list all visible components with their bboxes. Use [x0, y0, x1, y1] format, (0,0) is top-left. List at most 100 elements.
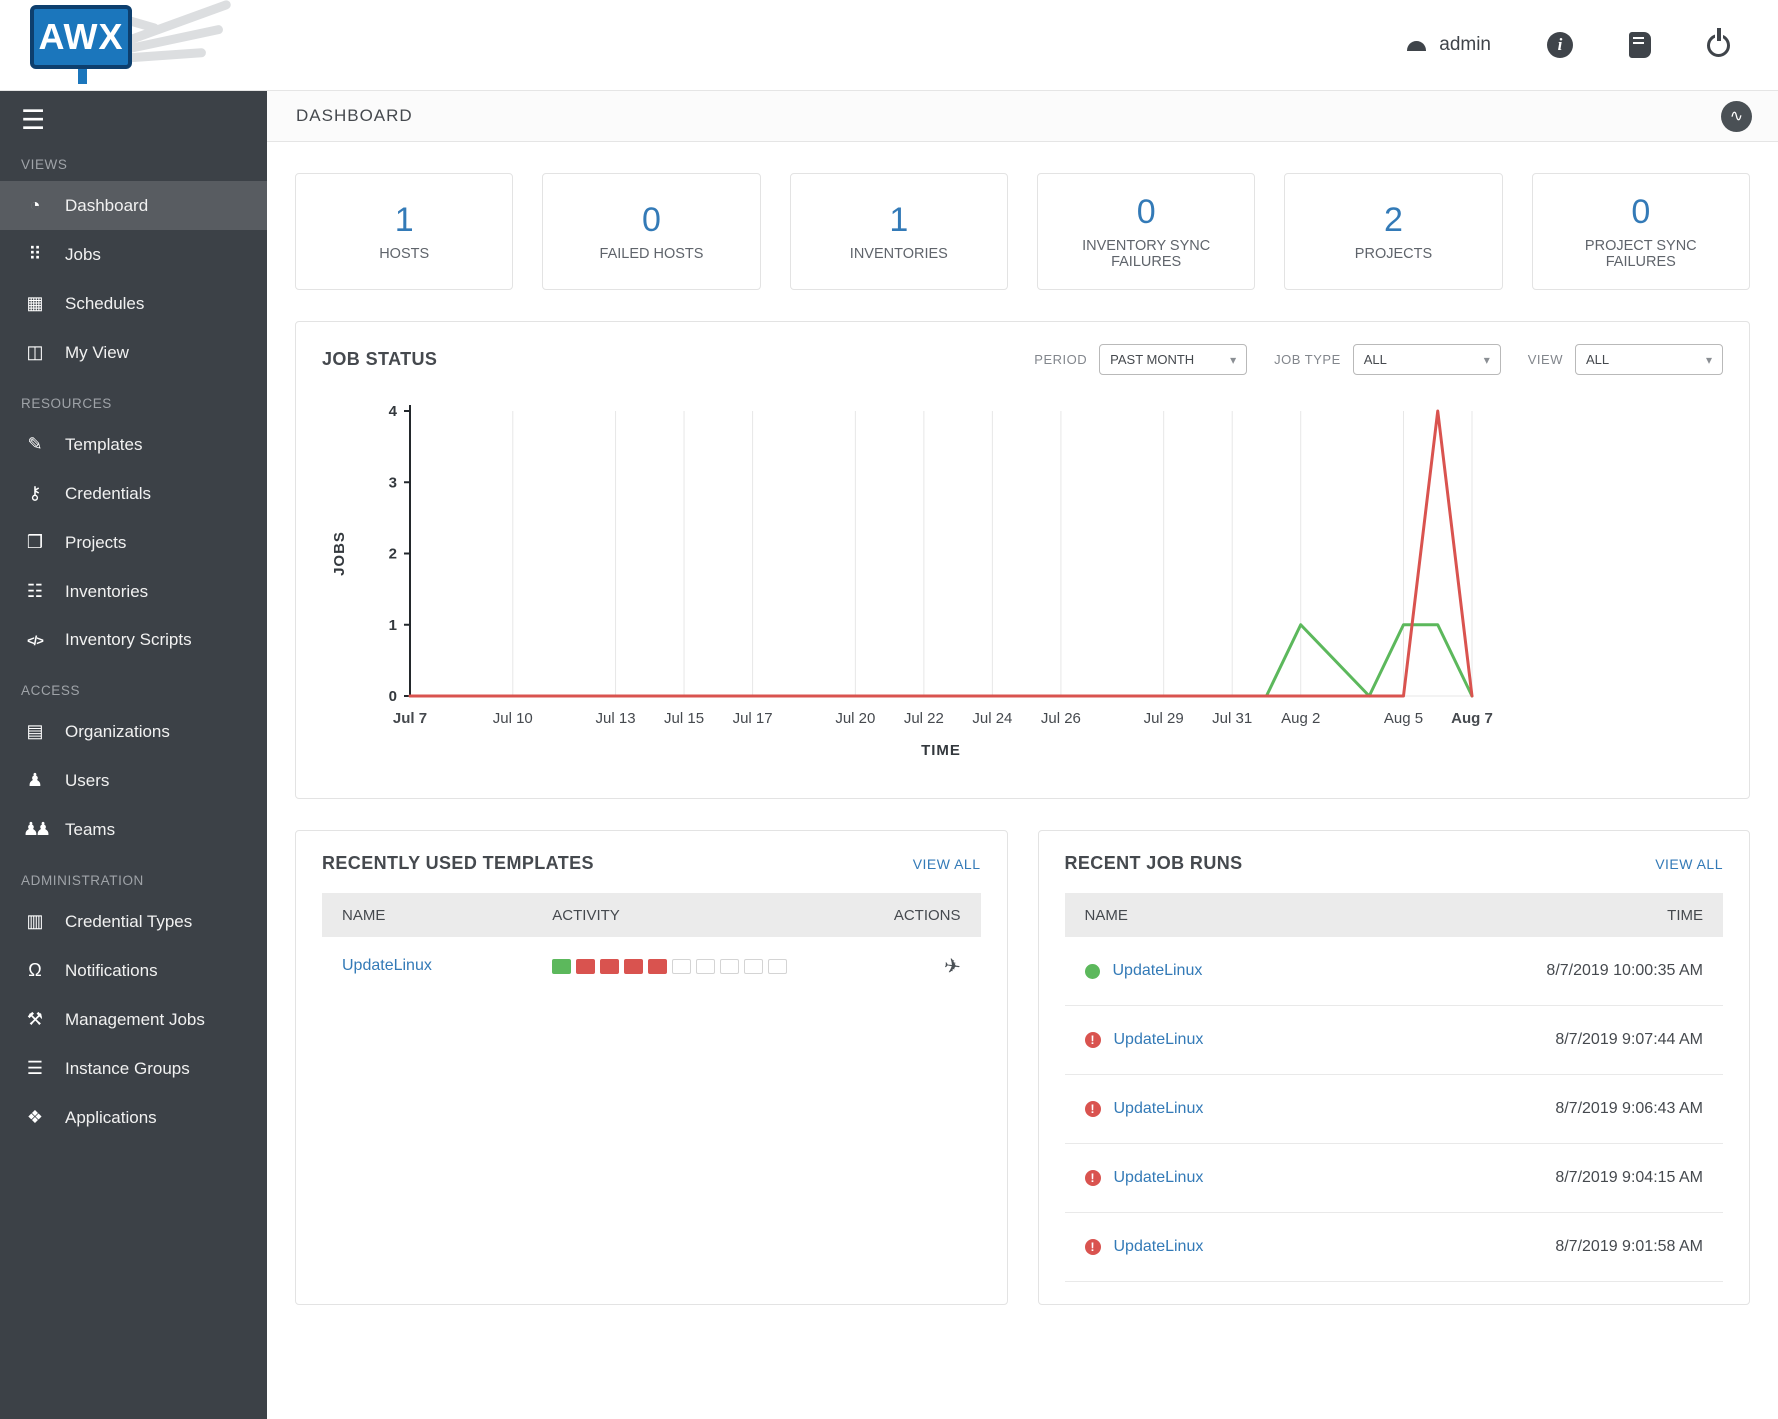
sidebar-item-credential-types[interactable]: ▥ Credential Types: [0, 897, 267, 946]
job-time: 8/7/2019 10:00:35 AM: [1546, 962, 1703, 979]
key-icon: ⚷: [28, 483, 42, 503]
sidebar-item-applications[interactable]: ❖ Applications: [0, 1093, 267, 1142]
job-failed-icon: !: [1084, 1101, 1101, 1117]
svg-text:Jul 10: Jul 10: [493, 710, 533, 727]
job-time: 8/7/2019 9:06:43 AM: [1555, 1100, 1703, 1117]
stat-card-inventory-sync-failures[interactable]: 0 INVENTORY SYNC FAILURES: [1036, 173, 1256, 290]
sidebar-item-notifications[interactable]: Ω Notifications: [0, 946, 267, 995]
about-button[interactable]: i: [1547, 32, 1573, 58]
job-link[interactable]: UpdateLinux: [1114, 1238, 1204, 1256]
sidebar-item-label: Credentials: [65, 483, 151, 503]
sidebar-item-projects[interactable]: ❒ Projects: [0, 518, 267, 567]
sidebar-item-users[interactable]: ♟ Users: [0, 756, 267, 805]
logout-button[interactable]: [1707, 33, 1730, 57]
period-select[interactable]: PAST MONTH ▾: [1099, 344, 1248, 375]
activity-cell: [720, 958, 740, 974]
sidebar-item-label: Jobs: [65, 244, 101, 264]
job-status-chart: 0 1 2 3 4 Jul 7 Jul 10 Jul 13 Jul 15 Jul 17 Jul 20…: [322, 391, 1723, 776]
id-card-icon: ▥: [26, 911, 44, 931]
page-title: DASHBOARD: [296, 106, 413, 125]
sidebar-item-inventory-scripts[interactable]: </> Inventory Scripts: [0, 616, 267, 664]
sidebar-item-schedules[interactable]: ▦ Schedules: [0, 279, 267, 328]
recent-job-runs-panel: RECENT JOB RUNS VIEW ALL NAME TIME Updat…: [1037, 830, 1750, 1305]
calendar-icon: ▦: [26, 293, 44, 313]
stat-card-project-sync-failures[interactable]: 0 PROJECT SYNC FAILURES: [1531, 173, 1750, 290]
column-header-actions: ACTIONS: [893, 906, 961, 924]
sidebar-item-my-view[interactable]: ◫ My View: [0, 328, 267, 377]
stat-card-projects[interactable]: 2 PROJECTS: [1284, 173, 1503, 290]
svg-text:4: 4: [389, 403, 398, 420]
column-header-activity: ACTIVITY: [552, 906, 620, 924]
job-run-row: ! UpdateLinux 8/7/2019 9:04:15 AM: [1064, 1144, 1723, 1213]
sidebar-item-teams[interactable]: ♟♟ Teams: [0, 805, 267, 854]
folder-icon: ❒: [26, 532, 44, 552]
templates-view-all-link[interactable]: VIEW ALL: [913, 856, 981, 872]
sidebar-item-credentials[interactable]: ⚷ Credentials: [0, 469, 267, 518]
svg-text:Aug 5: Aug 5: [1384, 710, 1423, 727]
user-icon: [1407, 39, 1427, 51]
sidebar-item-label: Credential Types: [65, 911, 193, 931]
sidebar-item-dashboard[interactable]: ◔ Dashboard: [0, 181, 267, 230]
svg-text:Jul 22: Jul 22: [904, 710, 944, 727]
awx-logo-text: AWX: [30, 5, 132, 69]
user-menu[interactable]: admin: [1407, 34, 1491, 56]
stat-value: 1: [889, 201, 909, 240]
stat-label: PROJECTS: [1354, 245, 1433, 262]
docs-button[interactable]: [1629, 32, 1651, 58]
template-link[interactable]: UpdateLinux: [342, 957, 432, 974]
sidebar-item-jobs[interactable]: ⠿ Jobs: [0, 230, 267, 279]
activity-stream-icon[interactable]: ∿: [1721, 100, 1752, 132]
sidebar-item-label: Dashboard: [65, 195, 149, 215]
stat-value: 0: [642, 201, 661, 240]
svg-text:Aug 7: Aug 7: [1451, 710, 1493, 727]
svg-text:3: 3: [389, 474, 397, 491]
template-activity-sparkline: [552, 958, 870, 974]
svg-text:Jul 20: Jul 20: [835, 710, 875, 727]
sidebar-item-label: Inventories: [65, 581, 149, 601]
stat-card-hosts[interactable]: 1 HOSTS: [295, 173, 514, 290]
dashboard-icon: ◔: [29, 195, 41, 215]
sidebar-item-organizations[interactable]: ▤ Organizations: [0, 707, 267, 756]
recently-used-templates-panel: RECENTLY USED TEMPLATES VIEW ALL NAME AC…: [295, 830, 1008, 1305]
stat-card-inventories[interactable]: 1 INVENTORIES: [789, 173, 1008, 290]
job-link[interactable]: UpdateLinux: [1113, 962, 1203, 980]
sidebar-item-management-jobs[interactable]: ⚒ Management Jobs: [0, 995, 267, 1044]
activity-cell: [696, 958, 716, 974]
period-filter-label: PERIOD: [1034, 352, 1088, 367]
stat-card-failed-hosts[interactable]: 0 FAILED HOSTS: [542, 173, 761, 290]
stat-cards: 1 HOSTS 0 FAILED HOSTS 1 INVENTORIES 0 I…: [295, 173, 1750, 290]
user-label: admin: [1439, 34, 1491, 55]
job-type-filter-label: JOB TYPE: [1274, 352, 1341, 367]
template-row: UpdateLinux ✈: [322, 937, 981, 995]
sidebar-item-instance-groups[interactable]: ☰ Instance Groups: [0, 1044, 267, 1093]
sidebar-item-label: Inventory Scripts: [65, 630, 192, 649]
sidebar-item-label: My View: [65, 342, 129, 362]
building-icon: ▤: [26, 721, 44, 741]
column-header-name: NAME: [342, 906, 386, 924]
svg-text:JOBS: JOBS: [331, 531, 348, 576]
job-runs-panel-title: RECENT JOB RUNS: [1064, 853, 1243, 873]
job-type-select[interactable]: ALL ▾: [1352, 344, 1501, 375]
job-link[interactable]: UpdateLinux: [1114, 1031, 1204, 1049]
svg-text:Aug 2: Aug 2: [1281, 710, 1320, 727]
sidebar-item-label: Schedules: [65, 293, 145, 313]
activity-cell: [552, 958, 572, 974]
svg-text:0: 0: [389, 688, 397, 705]
job-failed-icon: !: [1084, 1032, 1101, 1048]
job-time: 8/7/2019 9:07:44 AM: [1555, 1031, 1703, 1048]
sidebar-item-inventories[interactable]: ☷ Inventories: [0, 567, 267, 616]
activity-cell: [576, 958, 596, 974]
sidebar-item-templates[interactable]: ✎ Templates: [0, 420, 267, 469]
jobs-view-all-link[interactable]: VIEW ALL: [1655, 856, 1723, 872]
job-link[interactable]: UpdateLinux: [1114, 1169, 1204, 1187]
templates-panel-title: RECENTLY USED TEMPLATES: [322, 853, 594, 873]
svg-text:TIME: TIME: [921, 742, 961, 759]
view-select[interactable]: ALL ▾: [1575, 344, 1723, 375]
job-link[interactable]: UpdateLinux: [1114, 1100, 1204, 1118]
sidebar-section-administration: ADMINISTRATION: [21, 873, 144, 888]
launch-rocket-icon[interactable]: ✈: [942, 952, 962, 979]
job-run-row: ! UpdateLinux 8/7/2019 9:06:43 AM: [1064, 1075, 1723, 1144]
book-icon: [1629, 32, 1651, 58]
sidebar-item-label: Management Jobs: [65, 1009, 205, 1029]
sidebar-item-label: Applications: [65, 1107, 157, 1127]
